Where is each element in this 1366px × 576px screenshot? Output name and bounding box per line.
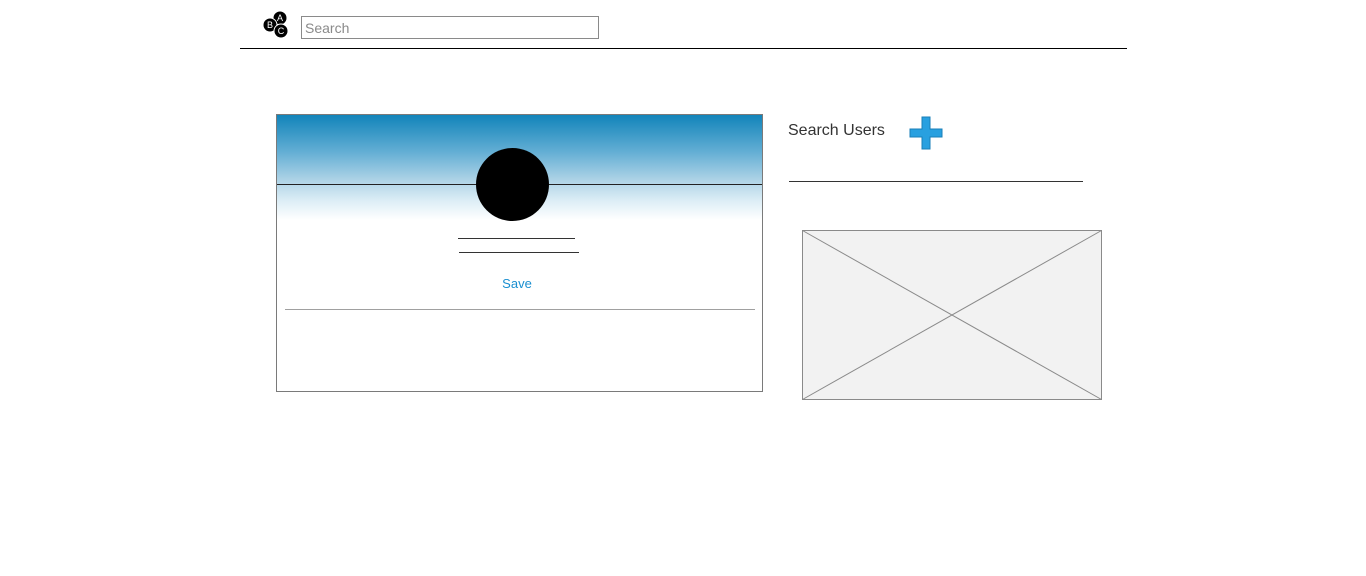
avatar[interactable] xyxy=(476,148,549,221)
save-button[interactable]: Save xyxy=(487,276,547,291)
search-users-title: Search Users xyxy=(788,122,885,139)
logo-letter-b: B xyxy=(267,20,273,30)
header-divider xyxy=(240,48,1127,49)
card-divider xyxy=(285,309,755,310)
subtitle-field-line[interactable] xyxy=(459,252,579,253)
logo-letter-a: A xyxy=(277,13,283,23)
image-placeholder xyxy=(802,230,1102,400)
search-users-underline[interactable] xyxy=(789,181,1083,182)
name-field-line[interactable] xyxy=(458,238,575,239)
search-input[interactable] xyxy=(301,16,599,39)
logo: A B C xyxy=(262,10,289,39)
profile-card: Save xyxy=(276,114,763,392)
logo-letter-c: C xyxy=(278,26,285,36)
plus-icon[interactable] xyxy=(909,116,943,150)
